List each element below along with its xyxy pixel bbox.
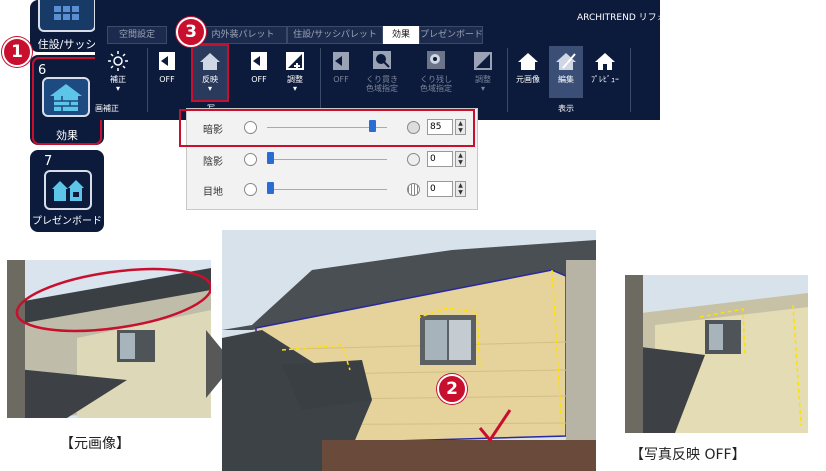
- presentation-board-icon: [44, 170, 92, 210]
- reflect-off-photo: [625, 275, 808, 433]
- hosei-label: 補正: [110, 75, 126, 84]
- dropdown-arrow-icon: ▾: [480, 84, 485, 93]
- slider-row-meji: 目地 0 ▲ ▼: [187, 179, 477, 201]
- chosei-button-2[interactable]: 調整 ▾: [467, 46, 499, 98]
- slider-label: 目地: [203, 187, 223, 198]
- step-badge-2: 2: [437, 374, 467, 404]
- house-icon: [517, 50, 539, 72]
- slider-track[interactable]: [267, 159, 387, 160]
- group-label-display: 表示: [558, 104, 574, 113]
- app-brand: ARCHITREND リフォ: [577, 13, 660, 23]
- adjust-plus-icon: [472, 50, 494, 72]
- slider-thumb[interactable]: [267, 182, 274, 194]
- preview-label: ﾌﾟﾚﾋﾞｭｰ: [591, 75, 619, 84]
- chosei-label: 調整: [287, 75, 303, 84]
- tab-fixture-palette[interactable]: 住設/サッシパレット: [287, 26, 383, 44]
- step-badge-3: 3: [176, 17, 206, 47]
- spinner-icon[interactable]: ▲ ▼: [455, 151, 466, 167]
- tab-space-settings[interactable]: 空間設定: [107, 26, 167, 44]
- kurinokoshi-label-1: くり残し: [420, 75, 452, 84]
- kurinuki-label-2: 色域指定: [366, 84, 398, 93]
- dropdown-arrow-icon: ▾: [207, 84, 212, 93]
- caption-reflect-off: 【写真反映 OFF】: [630, 447, 746, 463]
- arrow-left-icon: [157, 50, 177, 72]
- dropdown-arrow-icon: ▾: [115, 84, 120, 93]
- radio-button[interactable]: [244, 121, 257, 134]
- hanei-label: 反映: [202, 75, 218, 84]
- arrow-left-icon: [249, 50, 269, 72]
- sidebar-item-number: 7: [44, 154, 53, 169]
- slider-label: 暗影: [203, 125, 223, 136]
- off-label: OFF: [159, 75, 175, 84]
- tab-presentation-board[interactable]: プレゼンボード: [419, 26, 483, 44]
- step-badge-1: 1: [2, 37, 32, 67]
- original-image-button[interactable]: 元画像: [511, 46, 545, 98]
- house-wall-icon: [42, 77, 90, 117]
- sparkle-circle-icon: [407, 153, 420, 166]
- radio-button[interactable]: [244, 153, 257, 166]
- off-label: OFF: [251, 75, 267, 84]
- shade-circle-icon: [407, 121, 420, 134]
- original-photo: [7, 260, 211, 418]
- ribbon-toolbar: ARCHITREND リフォ 空間設定 内外装パレット 住設/サッシパレット 効…: [95, 0, 660, 120]
- kurinuki-label-1: くり貫き: [366, 75, 398, 84]
- hanei-button[interactable]: 反映 ▾: [191, 44, 229, 102]
- value-field[interactable]: 85: [427, 119, 453, 135]
- edit-button[interactable]: 編集: [549, 46, 583, 98]
- slider-thumb[interactable]: [267, 152, 274, 164]
- sidebar-item-sashi[interactable]: 住設/サッシ: [30, 0, 104, 52]
- kurinokoshi-button[interactable]: くり残し 色域指定: [413, 46, 459, 98]
- chosei-button-1[interactable]: 調整 ▾: [279, 46, 311, 98]
- sidebar-item-number: 6: [38, 63, 47, 78]
- slider-thumb[interactable]: [369, 120, 376, 132]
- divider: [320, 48, 321, 112]
- spinner-icon[interactable]: ▲ ▼: [455, 181, 466, 197]
- reflected-photo: [222, 230, 596, 471]
- motogazo-label: 元画像: [516, 75, 540, 84]
- arrow-left-icon: [331, 50, 351, 72]
- slider-row-inei: 陰影 0 ▲ ▼: [187, 149, 477, 171]
- house-preview-icon: [594, 50, 616, 72]
- chosei-label: 調整: [475, 75, 491, 84]
- divider: [630, 48, 631, 112]
- kurinokoshi-label-2: 色域指定: [420, 84, 452, 93]
- spinner-icon[interactable]: ▲ ▼: [455, 119, 466, 135]
- off-button-3[interactable]: OFF: [327, 46, 355, 98]
- henshu-label: 編集: [558, 75, 574, 84]
- slider-track[interactable]: [267, 189, 387, 190]
- color-picker-icon: [426, 50, 446, 72]
- divider: [507, 48, 508, 112]
- dropdown-arrow-icon: ▾: [292, 84, 297, 93]
- sashi-icon: [38, 0, 96, 32]
- radio-button[interactable]: [244, 183, 257, 196]
- tab-effect[interactable]: 効果: [383, 26, 419, 44]
- tab-interior-palette[interactable]: 内外装パレット: [199, 26, 287, 44]
- sidebar-item-effect[interactable]: 6 効果: [30, 55, 104, 145]
- sun-icon: [105, 50, 131, 72]
- preview-button[interactable]: ﾌﾟﾚﾋﾞｭｰ: [587, 46, 623, 98]
- pencil-house-icon: [555, 50, 577, 72]
- striped-circle-icon: [407, 183, 420, 196]
- sidebar-item-presentation[interactable]: 7 プレゼンボード: [30, 150, 104, 232]
- caption-original: 【元画像】: [60, 436, 130, 452]
- divider: [147, 48, 148, 112]
- off-button-2[interactable]: OFF: [245, 46, 273, 98]
- group-label-hosei: 画補正: [95, 104, 119, 113]
- sidebar-item-label: プレゼンボード: [32, 216, 102, 227]
- reflect-settings-panel: 暗影 85 ▲ ▼ 陰影 0 ▲ ▼ 目地 0 ▲ ▼: [179, 108, 478, 210]
- kurinuki-button[interactable]: くり貫き 色域指定: [359, 46, 405, 98]
- magnifier-icon: [372, 50, 392, 72]
- value-field[interactable]: 0: [427, 181, 453, 197]
- adjust-plus-icon: [284, 50, 306, 72]
- value-field[interactable]: 0: [427, 151, 453, 167]
- off-button-1[interactable]: OFF: [153, 46, 181, 98]
- house-reflect-icon: [198, 50, 222, 72]
- sidebar-item-label: 効果: [56, 129, 78, 142]
- hosei-button[interactable]: 補正 ▾: [98, 46, 138, 98]
- off-label: OFF: [333, 75, 349, 84]
- sidebar-item-label: 住設/サッシ: [37, 38, 97, 51]
- slider-label: 陰影: [203, 157, 223, 168]
- slider-row-anei: 暗影 85 ▲ ▼: [187, 117, 477, 139]
